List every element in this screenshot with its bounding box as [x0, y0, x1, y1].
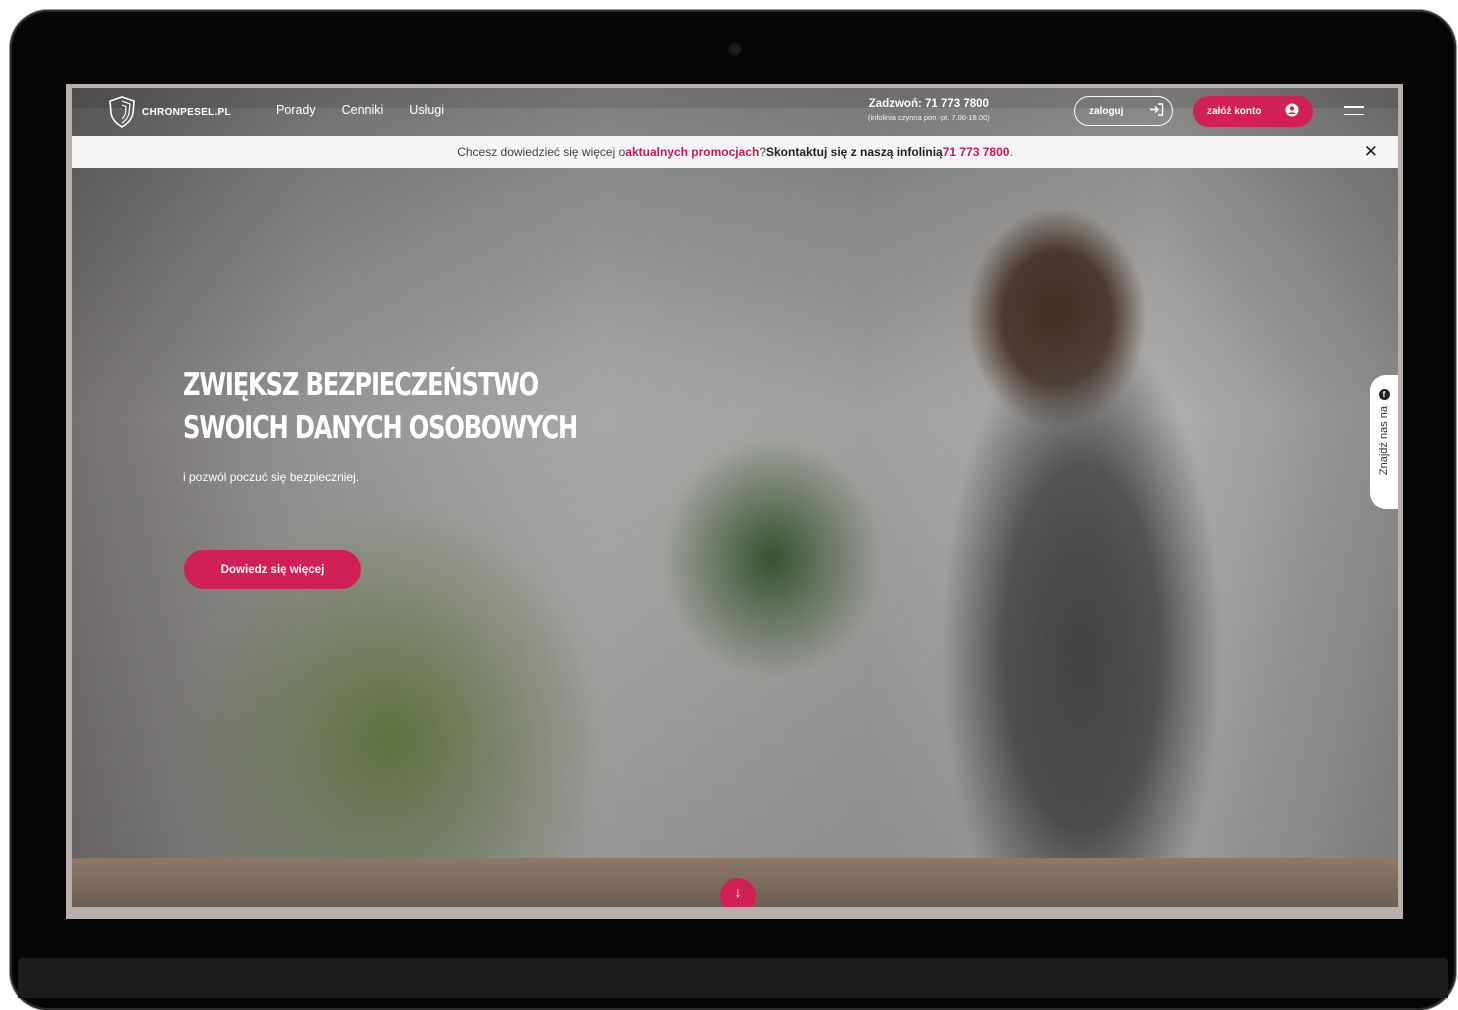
social-side-tab[interactable]: f Znajdź nas na [1370, 375, 1398, 509]
register-label: załóż konto [1207, 106, 1262, 117]
logo-text: CHRONPESEL.PL [142, 106, 231, 118]
nav-item-porady[interactable]: Porady [276, 103, 316, 117]
facebook-icon: f [1378, 389, 1390, 400]
promo-link[interactable]: aktualnych promocjach [625, 145, 759, 159]
site-logo[interactable]: CHRONPESEL.PL [108, 96, 231, 128]
hero-title-line-2: SWOICH DANYCH OSOBOWYCH [183, 410, 578, 446]
hotline-hours: (infolinia czynna pon.-pt. 7.00-18.00) [868, 113, 990, 122]
site-header: CHRONPESEL.PL Porady Cenniki Usługi Zadz… [72, 88, 1398, 135]
register-button[interactable]: załóż konto [1193, 96, 1313, 127]
nav-item-cenniki[interactable]: Cenniki [342, 103, 384, 117]
hamburger-icon[interactable] [1344, 106, 1364, 121]
login-arrow-icon [1149, 103, 1164, 119]
login-button[interactable]: zaloguj [1074, 96, 1173, 126]
main-nav: Porady Cenniki Usługi [276, 103, 444, 117]
promo-text: Chcesz dowiedzieć się więcej o [457, 145, 626, 159]
camera-icon [730, 44, 740, 54]
close-icon[interactable]: ✕ [1364, 143, 1378, 160]
promo-phone[interactable]: 71 773 7800 [943, 145, 1010, 159]
laptop-base [18, 958, 1448, 998]
promo-text-end: . [1009, 145, 1013, 159]
promo-text-mid: ? [759, 145, 766, 159]
side-tab-label: Znajdź nas na [1378, 406, 1390, 476]
website-viewport: CHRONPESEL.PL Porady Cenniki Usługi Zadz… [72, 88, 1398, 907]
login-label: zaloguj [1089, 105, 1124, 117]
phone-number[interactable]: Zadzwoń: 71 773 7800 [868, 98, 990, 110]
nav-item-uslugi[interactable]: Usługi [409, 103, 444, 117]
hero-subtitle: i pozwól poczuć się bezpieczniej. [183, 470, 360, 484]
user-icon [1285, 103, 1299, 120]
arrow-down-icon[interactable]: ↓ [720, 878, 756, 907]
promo-contact-text: Skontaktuj się z naszą infolinią [766, 145, 943, 159]
learn-more-button[interactable]: Dowiedz się więcej [184, 550, 361, 589]
hero-title: ZWIĘKSZ BEZPIECZEŃSTWO SWOICH DANYCH OSO… [183, 364, 578, 450]
contact-info: Zadzwoń: 71 773 7800 (infolinia czynna p… [868, 98, 990, 122]
shield-icon [108, 96, 136, 128]
promo-banner: Chcesz dowiedzieć się więcej o aktualnyc… [72, 136, 1398, 168]
hero-title-line-1: ZWIĘKSZ BEZPIECZEŃSTWO [183, 367, 539, 403]
hero-overlay [72, 88, 1398, 907]
